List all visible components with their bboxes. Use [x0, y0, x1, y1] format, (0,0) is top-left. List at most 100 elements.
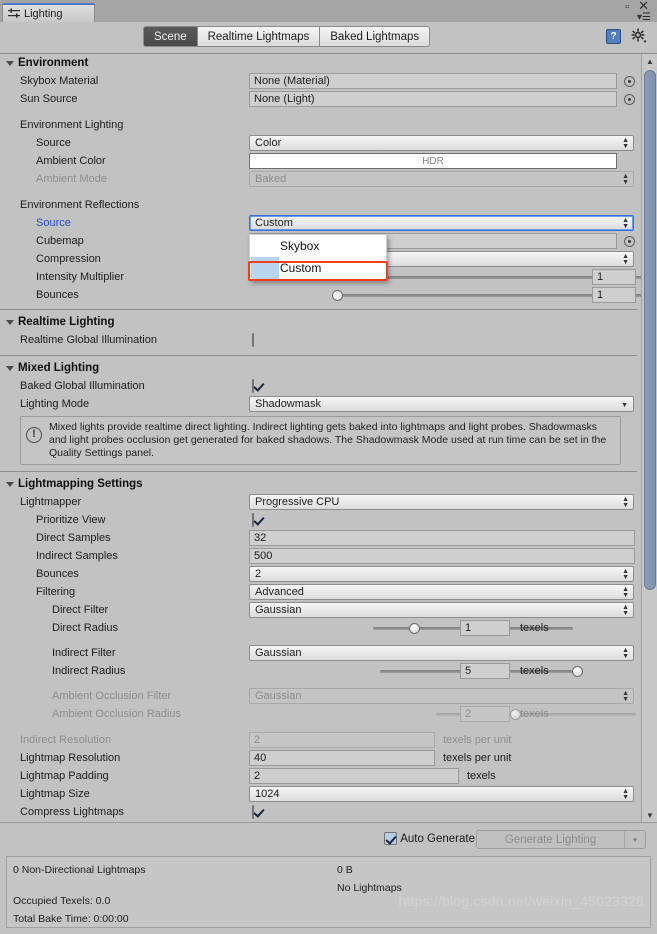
sun-source-picker-icon[interactable]	[624, 93, 635, 105]
dropdown-option-skybox[interactable]: Skybox	[250, 235, 386, 257]
row-filtering: Filtering Advanced ▲ ▼	[0, 583, 637, 601]
compress-lightmaps-label: Compress Lightmaps	[20, 806, 124, 818]
updown-icon: ▲ ▼	[622, 217, 629, 230]
indirect-filter-dropdown[interactable]: Gaussian ▲ ▼	[249, 645, 634, 661]
filtering-dropdown[interactable]: Advanced ▲ ▼	[249, 584, 634, 600]
indirect-samples-field[interactable]: 500	[249, 548, 635, 564]
status-no-lightmaps: No Lightmaps	[337, 882, 402, 894]
auto-generate-checkbox[interactable]	[384, 832, 398, 845]
prioritize-view-label: Prioritize View	[36, 514, 106, 526]
direct-filter-value: Gaussian	[255, 604, 302, 616]
lightmapper-label: Lightmapper	[20, 496, 82, 508]
direct-radius-value[interactable]: 1	[460, 620, 510, 636]
row-compress-lightmaps: Compress Lightmaps	[0, 803, 637, 821]
updown-icon: ▲ ▼	[622, 496, 629, 509]
section-lightmapping-settings-label: Lightmapping Settings	[18, 478, 143, 490]
lighting-bottom-bar: Auto Generate Generate Lighting ▾	[0, 822, 657, 854]
window-tab-lighting[interactable]: Lighting	[2, 3, 95, 22]
cubemap-label: Cubemap	[36, 235, 84, 247]
intensity-multiplier-value[interactable]: 1	[592, 269, 636, 285]
section-header-realtime-lighting[interactable]: Realtime Lighting	[0, 313, 637, 331]
minimize-icon[interactable]: ▫	[625, 2, 629, 13]
auto-generate-label: Auto Generate	[400, 832, 475, 845]
row-lm-bounces: Bounces 2 ▲ ▼	[0, 565, 637, 583]
prioritize-view-checkbox[interactable]	[252, 513, 254, 527]
skybox-material-field[interactable]: None (Material)	[249, 73, 617, 89]
reflections-source-dropdown-menu[interactable]: Skybox ✓ Custom	[249, 234, 387, 280]
row-indirect-filter: Indirect Filter Gaussian ▲ ▼	[0, 644, 637, 662]
row-direct-filter: Direct Filter Gaussian ▲ ▼	[0, 601, 637, 619]
updown-icon: ▲ ▼	[622, 788, 629, 801]
lightmapper-dropdown[interactable]: Progressive CPU ▲ ▼	[249, 494, 634, 510]
row-baked-gi: Baked Global Illumination	[0, 377, 637, 395]
indirect-resolution-label: Indirect Resolution	[20, 734, 112, 746]
realtime-gi-checkbox[interactable]	[252, 333, 254, 347]
gear-icon[interactable]	[631, 28, 647, 44]
updown-icon: ▲ ▼	[622, 586, 629, 599]
ao-filter-label: Ambient Occlusion Filter	[52, 690, 172, 702]
lightmap-padding-field[interactable]: 2	[249, 768, 459, 784]
section-header-environment[interactable]: Environment	[0, 54, 637, 72]
status-occupied-texels: Occupied Texels: 0.0	[13, 895, 111, 907]
reflection-bounces-label: Bounces	[36, 289, 79, 301]
tab-realtime-lightmaps[interactable]: Realtime Lightmaps	[196, 26, 320, 47]
triangle-down-icon	[6, 481, 14, 487]
env-lighting-source-dropdown[interactable]: Color ▲ ▼	[249, 135, 634, 151]
scroll-up-icon[interactable]: ▲	[642, 54, 657, 68]
direct-samples-field[interactable]: 32	[249, 530, 635, 546]
direct-filter-dropdown[interactable]: Gaussian ▲ ▼	[249, 602, 634, 618]
ao-filter-value: Gaussian	[255, 690, 302, 702]
scroll-down-icon[interactable]: ▼	[642, 808, 657, 822]
baked-gi-checkbox[interactable]	[252, 379, 254, 393]
skybox-material-picker-icon[interactable]	[624, 75, 635, 87]
lm-bounces-dropdown[interactable]: 2 ▲ ▼	[249, 566, 634, 582]
row-indirect-radius: Indirect Radius 5 texels	[0, 662, 637, 680]
sun-source-label: Sun Source	[20, 93, 78, 105]
row-lightmap-resolution: Lightmap Resolution 40 texels per unit	[0, 749, 637, 767]
lighting-mode-dropdown[interactable]: Shadowmask ▼	[249, 396, 634, 412]
lightmap-resolution-field[interactable]: 40	[249, 750, 435, 766]
lighting-scroll-area: Environment Skybox Material None (Materi…	[0, 54, 657, 822]
triangle-down-icon	[6, 60, 14, 66]
auto-generate-group[interactable]: Auto Generate	[384, 832, 475, 845]
close-icon[interactable]: ✕	[638, 0, 649, 12]
dropdown-option-custom[interactable]: ✓ Custom	[250, 257, 386, 279]
help-icon[interactable]: ?	[606, 29, 621, 44]
chevron-down-icon: ▼	[621, 402, 628, 409]
window-tab-label: Lighting	[24, 7, 63, 20]
lighting-mode-label: Lighting Mode	[20, 398, 90, 410]
scrollbar-thumb[interactable]	[644, 70, 656, 590]
reflection-bounces-value[interactable]: 1	[592, 287, 636, 303]
status-lightmaps-count: 0 Non-Directional Lightmaps	[13, 864, 146, 876]
section-environment-label: Environment	[18, 57, 89, 69]
tab-scene[interactable]: Scene	[143, 26, 197, 47]
row-ambient-mode: Ambient Mode Baked ▲ ▼	[0, 170, 637, 188]
indirect-resolution-field: 2	[249, 732, 435, 748]
info-icon: !	[26, 427, 42, 443]
vertical-scrollbar[interactable]: ▲ ▼	[641, 54, 657, 822]
updown-icon: ▲ ▼	[622, 137, 629, 150]
row-env-reflections-source: Source Custom ▲ ▼	[0, 214, 637, 232]
indirect-radius-value[interactable]: 5	[460, 663, 510, 679]
row-prioritize-view: Prioritize View	[0, 511, 637, 529]
env-reflections-source-dropdown[interactable]: Custom ▲ ▼	[249, 215, 634, 231]
row-realtime-gi: Realtime Global Illumination	[0, 331, 637, 349]
dropdown-option-custom-label: Custom	[280, 261, 322, 275]
indirect-radius-label: Indirect Radius	[52, 665, 126, 677]
generate-lighting-button[interactable]: Generate Lighting ▾	[476, 830, 646, 849]
lightmap-padding-label: Lightmap Padding	[20, 770, 109, 782]
sun-source-field[interactable]: None (Light)	[249, 91, 617, 107]
indirect-filter-label: Indirect Filter	[52, 647, 116, 659]
compress-lightmaps-checkbox[interactable]	[252, 805, 254, 819]
tab-baked-lightmaps[interactable]: Baked Lightmaps	[319, 26, 431, 47]
section-header-lightmapping-settings[interactable]: Lightmapping Settings	[0, 475, 637, 493]
section-header-mixed-lighting[interactable]: Mixed Lighting	[0, 359, 637, 377]
cubemap-picker-icon[interactable]	[624, 235, 635, 247]
chevron-down-icon[interactable]: ▾	[625, 836, 645, 844]
direct-radius-units: texels	[520, 622, 549, 634]
lighting-icon	[8, 8, 20, 19]
ambient-color-field[interactable]: HDR	[249, 153, 617, 169]
row-ao-radius: Ambient Occlusion Radius 2 texels	[0, 705, 637, 723]
lightmap-size-dropdown[interactable]: 1024 ▲ ▼	[249, 786, 634, 802]
lightmap-size-value: 1024	[255, 788, 280, 800]
